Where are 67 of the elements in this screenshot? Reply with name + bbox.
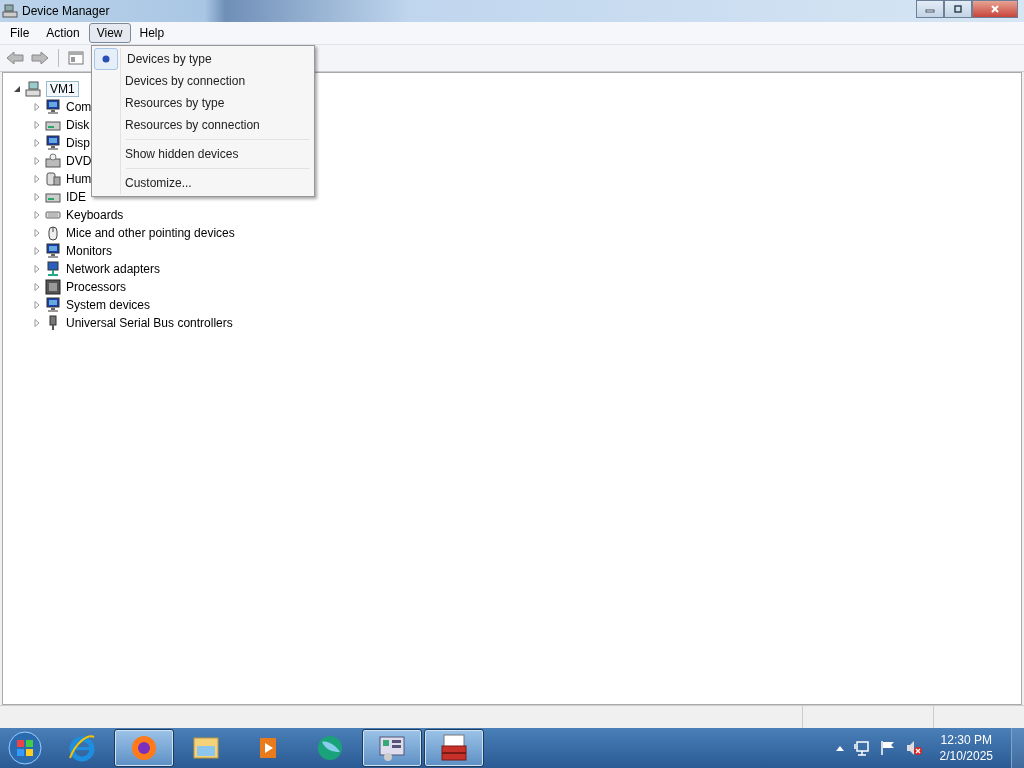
taskbar-button[interactable] xyxy=(362,729,422,767)
tree-item[interactable]: System devices xyxy=(66,298,151,312)
show-hidden-icons-icon[interactable] xyxy=(835,745,844,751)
tree-item[interactable]: Disp xyxy=(66,136,90,150)
menu-item[interactable]: Action xyxy=(38,23,88,43)
menu-option[interactable]: Devices by type xyxy=(94,48,312,70)
monitor-icon xyxy=(45,243,61,259)
monitor-icon xyxy=(45,99,61,115)
expand-arrow-icon[interactable] xyxy=(33,139,41,147)
tree-item[interactable]: Monitors xyxy=(66,244,112,258)
menu-option[interactable]: Devices by connection xyxy=(94,70,312,92)
window-title: Device Manager xyxy=(22,4,110,18)
menu-option[interactable]: Resources by connection xyxy=(94,114,312,136)
menu-item[interactable]: Help xyxy=(131,23,173,43)
close-button[interactable] xyxy=(972,0,1018,18)
expand-arrow-icon[interactable] xyxy=(33,319,41,327)
toolbox-icon xyxy=(438,732,470,764)
collapse-arrow-icon[interactable] xyxy=(13,85,21,93)
computer-icon xyxy=(25,81,41,97)
menu-item[interactable]: File xyxy=(2,23,38,43)
close-icon xyxy=(990,4,1000,14)
chip-icon xyxy=(45,279,61,295)
taskbar-button[interactable] xyxy=(424,729,484,767)
network-icon xyxy=(45,261,61,277)
muted-speaker-icon[interactable] xyxy=(905,740,922,756)
expand-arrow-icon[interactable] xyxy=(33,229,41,237)
tree-item[interactable]: IDE xyxy=(66,190,86,204)
expand-arrow-icon[interactable] xyxy=(33,211,41,219)
expand-arrow-icon[interactable] xyxy=(33,157,41,165)
show-desktop-button[interactable] xyxy=(1011,728,1024,768)
expand-arrow-icon[interactable] xyxy=(33,103,41,111)
properties-button[interactable] xyxy=(66,49,86,67)
flag-icon[interactable] xyxy=(879,740,896,756)
menu-option[interactable]: Customize... xyxy=(94,172,312,194)
tree-item[interactable]: Keyboards xyxy=(66,208,124,222)
taskbar-button[interactable] xyxy=(114,729,174,767)
menu-item[interactable]: View xyxy=(88,23,131,43)
tree-item[interactable]: Network adapters xyxy=(66,262,161,276)
expand-arrow-icon[interactable] xyxy=(33,193,41,201)
tree-item[interactable]: Hum xyxy=(66,172,92,186)
tree-item[interactable]: Disk xyxy=(66,118,90,132)
monitor-icon xyxy=(45,297,61,313)
tree-item[interactable]: Processors xyxy=(66,280,127,294)
menu-option[interactable]: Resources by type xyxy=(94,92,312,114)
maximize-button[interactable] xyxy=(944,0,972,18)
expand-arrow-icon[interactable] xyxy=(33,175,41,183)
minimize-button[interactable] xyxy=(916,0,944,18)
monitor-icon xyxy=(45,135,61,151)
disc-drive-icon xyxy=(45,153,61,169)
tree-item[interactable]: Mice and other pointing devices xyxy=(66,226,235,240)
tree-item[interactable]: Com xyxy=(66,100,92,114)
network-icon[interactable] xyxy=(853,740,870,756)
expand-arrow-icon[interactable] xyxy=(33,247,41,255)
tree-item[interactable]: Universal Serial Bus controllers xyxy=(66,316,233,330)
back-button[interactable] xyxy=(4,49,26,67)
expand-arrow-icon[interactable] xyxy=(33,301,41,309)
expand-arrow-icon[interactable] xyxy=(33,265,41,273)
expand-arrow-icon[interactable] xyxy=(33,283,41,291)
maximize-icon xyxy=(953,4,963,14)
expand-arrow-icon[interactable] xyxy=(33,121,41,129)
menu-option[interactable]: Show hidden devices xyxy=(94,143,312,165)
tree-item[interactable]: DVD xyxy=(66,154,92,168)
input-device-icon xyxy=(45,171,61,187)
forward-button[interactable] xyxy=(29,49,51,67)
clock[interactable]: 12:30 PM 2/10/2025 xyxy=(931,732,1001,764)
tree-item[interactable]: VM1 xyxy=(46,81,79,97)
computer-icon xyxy=(2,4,18,18)
